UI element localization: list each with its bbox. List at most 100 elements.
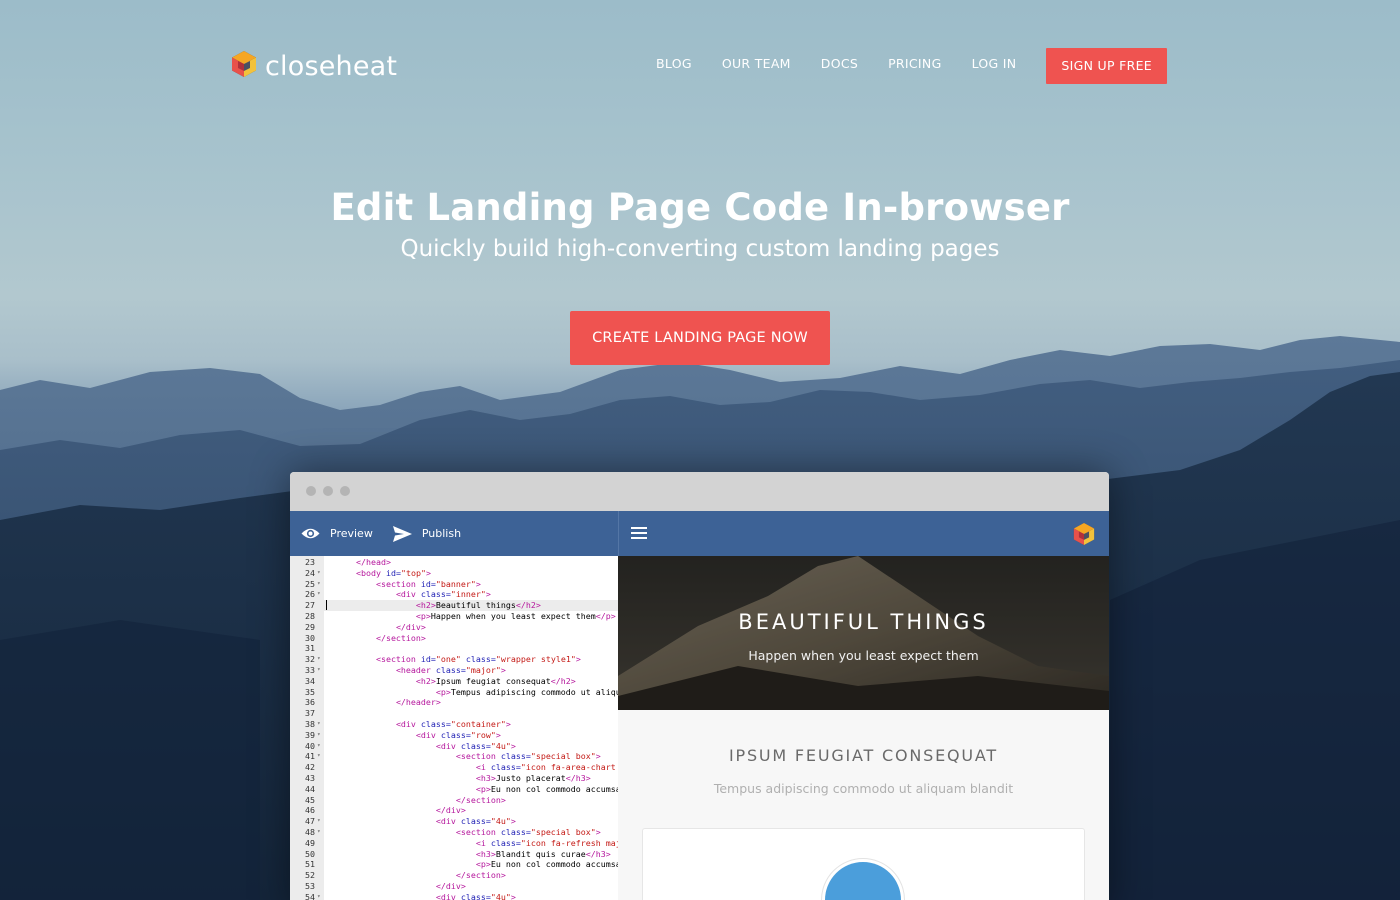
live-preview: BEAUTIFUL THINGS Happen when you least e… (618, 556, 1109, 900)
fold-toggle-icon[interactable]: ▾ (317, 751, 321, 762)
code-line[interactable]: 23 </head> (290, 557, 618, 568)
fold-toggle-icon[interactable]: ▾ (317, 827, 321, 838)
line-number: 26 (305, 589, 315, 600)
code-line[interactable]: 24 ▾ <body id="top"> (290, 568, 618, 579)
code-line[interactable]: 38 ▾ <div class="container"> (290, 719, 618, 730)
code-line[interactable]: 25 ▾ <section id="banner"> (290, 579, 618, 590)
editor-toolbar: Preview Publish (290, 511, 618, 556)
code-line[interactable]: 26 ▾ <div class="inner"> (290, 589, 618, 600)
code-line[interactable]: 42 <i class="icon fa-area-chart major" (290, 762, 618, 773)
window-dot-icon (323, 486, 333, 496)
sign-up-button[interactable]: SIGN UP FREE (1046, 48, 1167, 84)
line-number: 44 (305, 783, 315, 794)
code-text: <p>Eu non col commodo accumsan (475, 783, 618, 794)
line-number: 39 (305, 729, 315, 740)
fold-toggle-icon[interactable]: ▾ (317, 741, 321, 752)
line-number: 45 (305, 794, 315, 805)
code-line[interactable]: 40 ▾ <div class="4u"> (290, 741, 618, 752)
code-line[interactable]: 46 </div> (290, 805, 618, 816)
code-line[interactable]: 30 </section> (290, 633, 618, 644)
code-text: <h2>Beautiful things</h2> (415, 600, 541, 611)
code-text: <div class="4u"> (435, 891, 516, 900)
code-line[interactable]: 32 ▾ <section id="one" class="wrapper sty… (290, 654, 618, 665)
fold-toggle-icon[interactable]: ▾ (317, 568, 321, 579)
code-line[interactable]: 27 <h2>Beautiful things</h2> (290, 600, 618, 611)
line-number: 36 (305, 697, 315, 708)
line-number: 43 (305, 773, 315, 783)
code-text: <div class="inner"> (395, 589, 491, 600)
nav-docs[interactable]: DOCS (821, 48, 858, 84)
code-line[interactable]: 47 ▾ <div class="4u"> (290, 816, 618, 827)
code-line[interactable]: 28 <p>Happen when you least expect them<… (290, 611, 618, 622)
line-number: 34 (305, 675, 315, 686)
preview-button[interactable]: Preview (301, 527, 373, 540)
code-text: </head> (355, 557, 391, 567)
browser-title-bar (290, 472, 1109, 511)
code-line[interactable]: 35 <p>Tempus adipiscing commodo ut aliqu… (290, 687, 618, 698)
nav-log-in[interactable]: LOG IN (972, 48, 1017, 84)
line-number: 48 (305, 827, 315, 837)
code-text: <p>Happen when you least expect them</p> (415, 611, 616, 621)
hamburger-menu-icon[interactable] (631, 526, 647, 544)
code-line[interactable]: 37 (290, 708, 618, 719)
code-line[interactable]: 53 </div> (290, 881, 618, 892)
fold-toggle-icon[interactable]: ▾ (317, 589, 321, 600)
fold-toggle-icon[interactable]: ▾ (317, 730, 321, 741)
code-text: </div> (435, 805, 466, 816)
code-line[interactable]: 45 </section> (290, 795, 618, 806)
code-text: </section> (375, 632, 426, 643)
line-number: 47 (305, 816, 315, 827)
preview-label: Preview (330, 527, 373, 540)
fold-toggle-icon[interactable]: ▾ (317, 665, 321, 676)
code-line[interactable]: 36 </header> (290, 697, 618, 708)
brand-name: closeheat (265, 51, 398, 82)
code-text: <h2>Ipsum feugiat consequat</h2> (415, 675, 576, 686)
code-line[interactable]: 41 ▾ <section class="special box"> (290, 751, 618, 762)
code-line[interactable]: 29 </div> (290, 622, 618, 633)
code-line[interactable]: 51 <p>Eu non col commodo accumsan (290, 859, 618, 870)
hero-subtitle: Quickly build high-converting custom lan… (400, 236, 1000, 262)
code-text: <div class="4u"> (435, 740, 516, 751)
code-editor[interactable]: 23 </head> 24 ▾ <body id="top"> 25 ▾ <sectio… (290, 556, 618, 900)
preview-banner-subtitle: Happen when you least expect them (748, 648, 979, 663)
code-line[interactable]: 50 <h3>Blandit quis curae</h3> (290, 849, 618, 860)
code-text: </div> (395, 621, 426, 632)
line-number: 28 (305, 611, 315, 621)
code-line[interactable]: 31 (290, 643, 618, 654)
fold-toggle-icon[interactable]: ▾ (317, 719, 321, 730)
preview-toolbar (618, 511, 1109, 556)
brand-logo[interactable]: closeheat (231, 50, 397, 83)
code-line[interactable]: 39 ▾ <div class="row"> (290, 730, 618, 741)
code-line[interactable]: 49 <i class="icon fa-refresh major" (290, 838, 618, 849)
nav-our-team[interactable]: OUR TEAM (722, 48, 791, 84)
code-line[interactable]: 43 <h3>Justo placerat</h3> (290, 773, 618, 784)
hexagon-cube-icon (231, 50, 257, 83)
code-line[interactable]: 34 <h2>Ipsum feugiat consequat</h2> (290, 676, 618, 687)
code-text: <i class="icon fa-area-chart major" (475, 762, 616, 773)
line-number: 24 (305, 567, 315, 578)
nav-pricing[interactable]: PRICING (888, 48, 941, 84)
fold-toggle-icon[interactable]: ▾ (317, 892, 321, 900)
code-line[interactable]: 33 ▾ <header class="major"> (290, 665, 618, 676)
nav-blog[interactable]: BLOG (656, 48, 692, 84)
fold-toggle-icon[interactable]: ▾ (317, 816, 321, 827)
text-cursor (326, 600, 327, 611)
code-text: <section class="special box"> (455, 827, 601, 837)
code-line[interactable]: 48 ▾ <section class="special box"> (290, 827, 618, 838)
code-text: </header> (395, 697, 441, 708)
line-number: 50 (305, 848, 315, 859)
create-landing-page-button[interactable]: CREATE LANDING PAGE NOW (570, 311, 830, 365)
paper-plane-icon (392, 525, 412, 542)
code-text: <div class="container"> (395, 719, 511, 729)
preview-section-text: Tempus adipiscing commodo ut aliquam bla… (713, 781, 1014, 796)
code-line[interactable]: 52 </section> (290, 870, 618, 881)
eye-icon (301, 528, 320, 539)
code-line[interactable]: 54 ▾ <div class="4u"> (290, 892, 618, 900)
fold-toggle-icon[interactable]: ▾ (317, 654, 321, 665)
code-line[interactable]: 44 <p>Eu non col commodo accumsan (290, 784, 618, 795)
line-number: 32 (305, 654, 315, 665)
line-number: 41 (305, 751, 315, 762)
code-text: <p>Eu non col commodo accumsan (475, 859, 618, 870)
publish-button[interactable]: Publish (392, 525, 461, 542)
fold-toggle-icon[interactable]: ▾ (317, 579, 321, 590)
